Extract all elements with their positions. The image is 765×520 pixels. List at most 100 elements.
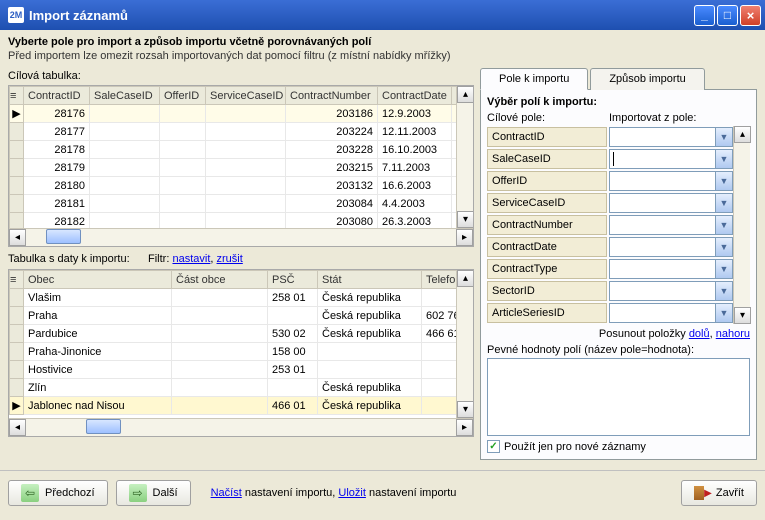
chevron-down-icon[interactable]: ▼ — [715, 128, 732, 146]
vertical-scrollbar[interactable]: ▴ ▾ — [733, 126, 750, 324]
chevron-down-icon[interactable]: ▼ — [715, 304, 732, 322]
fixed-values-label: Pevné hodnoty polí (název pole=hodnota): — [487, 344, 750, 356]
scroll-left-icon[interactable]: ◂ — [9, 419, 26, 436]
vertical-scrollbar[interactable]: ▴ ▾ — [456, 270, 473, 418]
scroll-right-icon[interactable]: ▸ — [456, 419, 473, 436]
field-mapping-row: ContractType ▼ — [487, 258, 733, 280]
tab-fields[interactable]: Pole k importu — [480, 68, 588, 90]
chevron-down-icon[interactable]: ▼ — [715, 216, 732, 234]
shift-up-link[interactable]: nahoru — [716, 328, 750, 340]
column-header[interactable]: PSČ — [268, 271, 318, 289]
titlebar[interactable]: 2M Import záznamů _ □ × — [0, 0, 765, 30]
column-header[interactable]: Část obce — [172, 271, 268, 289]
table-row[interactable]: Pardubice 530 02 Česká republika 466 612 — [10, 325, 457, 343]
field-mapping-row: SaleCaseID ▼ — [487, 148, 733, 170]
footer: ⇦ Předchozí ⇨ Další Načíst nastavení imp… — [0, 470, 765, 514]
table-row[interactable]: 28182 203080 26.3.2003 — [10, 213, 457, 229]
source-field-combo[interactable]: ▼ — [609, 259, 733, 279]
table-row[interactable]: 28181 203084 4.4.2003 — [10, 195, 457, 213]
field-mapping-row: ArticleSeriesID ▼ — [487, 302, 733, 324]
column-header[interactable]: ContractID — [24, 87, 90, 105]
maximize-button[interactable]: □ — [717, 5, 738, 26]
filter-label: Filtr: — [148, 253, 169, 265]
scroll-up-icon[interactable]: ▴ — [457, 270, 473, 287]
page-subheading: Před importem lze omezit rozsah importov… — [8, 50, 757, 62]
page-heading: Vyberte pole pro import a způsob importu… — [8, 36, 757, 48]
scroll-down-icon[interactable]: ▾ — [457, 211, 473, 228]
chevron-down-icon[interactable]: ▼ — [715, 260, 732, 278]
table-row[interactable]: 28178 203228 16.10.2003 — [10, 141, 457, 159]
horizontal-scrollbar[interactable]: ◂ ▸ — [9, 418, 473, 436]
filter-cancel-link[interactable]: zrušit — [217, 253, 243, 265]
column-header[interactable]: ServiceCaseID — [206, 87, 286, 105]
chevron-down-icon[interactable]: ▼ — [715, 172, 732, 190]
scroll-up-icon[interactable]: ▴ — [457, 86, 473, 103]
window-title: Import záznamů — [29, 8, 694, 23]
table-row[interactable]: 28179 203215 7.11.2003 — [10, 159, 457, 177]
minimize-button[interactable]: _ — [694, 5, 715, 26]
close-button[interactable]: ▶ Zavřít — [681, 480, 757, 506]
source-field-combo[interactable]: ▼ — [609, 215, 733, 235]
scroll-down-icon[interactable]: ▾ — [457, 401, 473, 418]
scroll-right-icon[interactable]: ▸ — [456, 229, 473, 246]
table-row[interactable]: Zlín Česká republika — [10, 379, 457, 397]
table-row[interactable]: Vlašim 258 01 Česká republika — [10, 289, 457, 307]
table-row[interactable]: 28177 203224 12.11.2003 — [10, 123, 457, 141]
scroll-left-icon[interactable]: ◂ — [9, 229, 26, 246]
table-row[interactable]: Praha Česká republika 602 764 — [10, 307, 457, 325]
column-header[interactable]: ContractDate — [378, 87, 452, 105]
horizontal-scrollbar[interactable]: ◂ ▸ — [9, 228, 473, 246]
target-table[interactable]: ≡ContractIDSaleCaseIDOfferIDServiceCaseI… — [8, 85, 474, 247]
target-field-name: ArticleSeriesID — [487, 303, 607, 323]
scroll-down-icon[interactable]: ▾ — [734, 307, 751, 324]
chevron-down-icon[interactable]: ▼ — [715, 238, 732, 256]
next-button[interactable]: ⇨ Další — [116, 480, 191, 506]
chevron-down-icon[interactable]: ▼ — [715, 194, 732, 212]
table-row[interactable]: ▶ 28176 203186 12.9.2003 — [10, 105, 457, 123]
scroll-up-icon[interactable]: ▴ — [734, 126, 751, 143]
target-field-name: ContractID — [487, 127, 607, 147]
column-header[interactable]: OfferID — [160, 87, 206, 105]
table-row[interactable]: Praha-Jinonice 158 00 — [10, 343, 457, 361]
field-mapping-row: ServiceCaseID ▼ — [487, 192, 733, 214]
field-selection-title: Výběr polí k importu: — [487, 96, 750, 108]
source-field-header: Importovat z pole: — [609, 112, 696, 124]
source-field-combo[interactable]: ▼ — [609, 149, 733, 169]
chevron-down-icon[interactable]: ▼ — [715, 282, 732, 300]
column-header[interactable]: SaleCaseID — [90, 87, 160, 105]
tab-method[interactable]: Způsob importu — [590, 68, 704, 90]
app-icon: 2M — [8, 7, 24, 23]
column-header[interactable]: Telefon — [422, 271, 457, 289]
column-header[interactable]: ContractNumber — [286, 87, 378, 105]
source-field-combo[interactable]: ▼ — [609, 171, 733, 191]
target-field-name: ServiceCaseID — [487, 193, 607, 213]
new-records-only-checkbox[interactable]: ✓ — [487, 440, 500, 453]
save-settings-link[interactable]: Uložit — [338, 487, 366, 499]
vertical-scrollbar[interactable]: ▴ ▾ — [456, 86, 473, 228]
arrow-left-icon: ⇦ — [21, 484, 39, 502]
source-field-combo[interactable]: ▼ — [609, 303, 733, 323]
load-settings-link[interactable]: Načíst — [211, 487, 242, 499]
filter-set-link[interactable]: nastavit — [172, 253, 210, 265]
source-field-combo[interactable]: ▼ — [609, 193, 733, 213]
table-row[interactable]: Hostivice 253 01 — [10, 361, 457, 379]
shift-down-link[interactable]: dolů — [689, 328, 710, 340]
table-row[interactable]: ▶ Jablonec nad Nisou 466 01 Česká republ… — [10, 397, 457, 415]
arrow-right-icon: ⇨ — [129, 484, 147, 502]
chevron-down-icon[interactable]: ▼ — [715, 150, 732, 168]
target-field-name: ContractType — [487, 259, 607, 279]
new-records-only-label: Použít jen pro nové záznamy — [504, 441, 646, 453]
previous-button[interactable]: ⇦ Předchozí — [8, 480, 108, 506]
target-field-name: SectorID — [487, 281, 607, 301]
column-header[interactable]: Obec — [24, 271, 172, 289]
fixed-values-textarea[interactable] — [487, 358, 750, 436]
source-field-combo[interactable]: ▼ — [609, 237, 733, 257]
source-field-combo[interactable]: ▼ — [609, 281, 733, 301]
target-field-name: OfferID — [487, 171, 607, 191]
target-table-label: Cílová tabulka: — [8, 70, 474, 82]
source-table[interactable]: ≡ObecČást obcePSČStátTelefon Vlašim 258 … — [8, 269, 474, 437]
table-row[interactable]: 28180 203132 16.6.2003 — [10, 177, 457, 195]
source-field-combo[interactable]: ▼ — [609, 127, 733, 147]
column-header[interactable]: Stát — [318, 271, 422, 289]
close-window-button[interactable]: × — [740, 5, 761, 26]
